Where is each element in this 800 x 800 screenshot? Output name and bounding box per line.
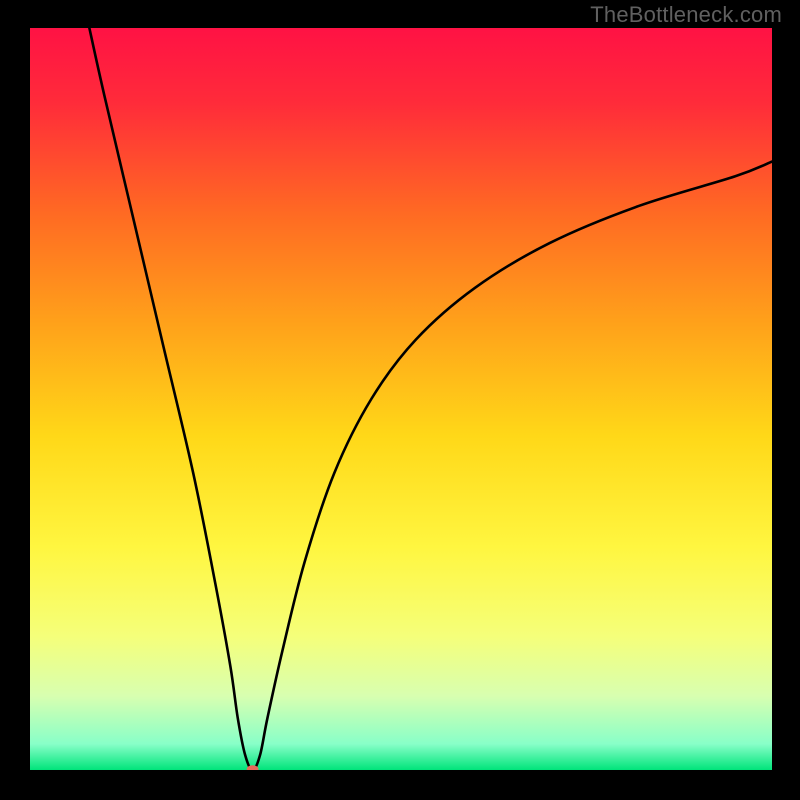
gradient-background	[30, 28, 772, 770]
chart-frame: TheBottleneck.com	[0, 0, 800, 800]
watermark-text: TheBottleneck.com	[590, 2, 782, 28]
plot-area	[30, 28, 772, 770]
plot-svg	[30, 28, 772, 770]
